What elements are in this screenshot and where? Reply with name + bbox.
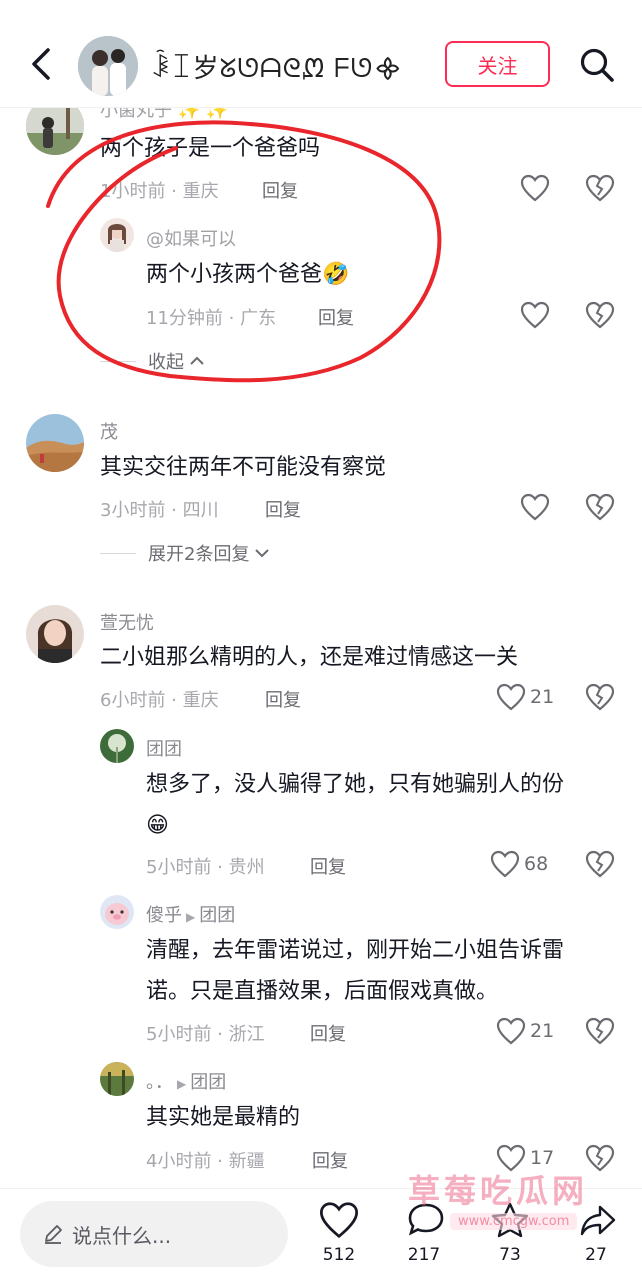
comment-meta: 6小时前 · 重庆 bbox=[100, 690, 219, 711]
heart-icon bbox=[490, 850, 520, 878]
reply-text[interactable]: 清醒，去年雷诺说过，刚开始二小姐告诉雷 bbox=[146, 929, 564, 972]
collapse-replies-button[interactable]: 收起 bbox=[100, 348, 206, 374]
like-button[interactable] bbox=[520, 491, 550, 523]
reply-button[interactable]: 回复 bbox=[310, 853, 346, 879]
reply-to-arrow-icon: ▶ bbox=[186, 910, 196, 924]
search-button[interactable] bbox=[578, 46, 616, 84]
like-count: 68 bbox=[524, 853, 549, 875]
reply-to-arrow-icon: ▶ bbox=[177, 1077, 187, 1091]
reply-meta: 5小时前 · 浙江 bbox=[146, 1024, 265, 1045]
reply-text[interactable]: 两个小孩两个爸爸🤣 bbox=[146, 253, 349, 296]
follow-button[interactable]: 关注 bbox=[445, 41, 550, 87]
like-button[interactable] bbox=[520, 172, 550, 204]
like-button[interactable]: 68 bbox=[490, 848, 548, 880]
broken-heart-icon bbox=[585, 1017, 615, 1045]
share-count: 27 bbox=[585, 1245, 607, 1265]
reply-meta: 5小时前 · 贵州 bbox=[146, 857, 265, 878]
comment-input[interactable]: 说点什么... bbox=[20, 1201, 288, 1267]
reply-button[interactable]: 回复 bbox=[265, 496, 301, 522]
dislike-button[interactable] bbox=[585, 1144, 615, 1174]
watermark-logo: 草莓吃瓜网 bbox=[408, 1172, 589, 1210]
reply-author[interactable]: 。． bbox=[146, 1072, 173, 1093]
comment-text[interactable]: 二小姐那么精明的人，还是难过情感这一关 bbox=[100, 636, 518, 679]
chevron-down-icon bbox=[255, 549, 270, 558]
like-button[interactable]: 21 bbox=[496, 1015, 554, 1047]
like-count: 21 bbox=[530, 686, 555, 708]
reply-emoji: 😁 bbox=[146, 813, 169, 838]
broken-heart-icon bbox=[585, 493, 615, 521]
dislike-button[interactable] bbox=[585, 1017, 615, 1047]
comment-text[interactable]: 两个孩子是一个爸爸吗 bbox=[100, 127, 320, 170]
broken-heart-icon bbox=[585, 1144, 615, 1172]
broken-heart-icon bbox=[585, 850, 615, 878]
avatar[interactable] bbox=[100, 729, 134, 763]
reply-username[interactable]: 团团 bbox=[146, 735, 182, 761]
heart-icon bbox=[520, 301, 550, 329]
reply-button[interactable]: 回复 bbox=[262, 177, 298, 203]
reply-to-user[interactable]: 团团 bbox=[199, 905, 235, 926]
author-avatar[interactable] bbox=[78, 36, 138, 96]
comment-meta: 3小时前 · 四川 bbox=[100, 500, 219, 521]
heart-icon bbox=[496, 1017, 526, 1045]
comment-input-placeholder: 说点什么... bbox=[72, 1223, 172, 1248]
comment-text[interactable]: 其实交往两年不可能没有察觉 bbox=[100, 446, 386, 489]
broken-heart-icon bbox=[585, 174, 615, 202]
reply-username: 傻乎 ▶ 团团 bbox=[146, 901, 235, 927]
reply-text[interactable]: 想多了，没人骗得了她，只有她骗别人的份 bbox=[146, 763, 564, 806]
avatar[interactable] bbox=[26, 414, 84, 472]
heart-icon bbox=[319, 1202, 359, 1239]
reply-username: 。． ▶ 团团 bbox=[146, 1068, 226, 1094]
chevron-up-icon bbox=[190, 356, 204, 365]
back-button[interactable] bbox=[24, 40, 60, 88]
reply-meta: 4小时前 · 新疆 bbox=[146, 1151, 265, 1172]
comment-count: 217 bbox=[407, 1245, 441, 1265]
reply-button[interactable]: 回复 bbox=[318, 304, 354, 330]
reply-author[interactable]: 傻乎 bbox=[146, 905, 182, 926]
comment-username[interactable]: 茂 bbox=[100, 418, 118, 444]
heart-icon bbox=[520, 493, 550, 521]
dislike-button[interactable] bbox=[585, 850, 615, 880]
top-bar: ꀳꀤ岁ᘜᘎᗩᘓᘻ ᖴᘎ᯽ 关注 bbox=[0, 0, 642, 108]
back-arrow-icon bbox=[32, 48, 50, 80]
dislike-button[interactable] bbox=[585, 683, 615, 713]
dislike-button[interactable] bbox=[585, 174, 615, 204]
broken-heart-icon bbox=[585, 301, 615, 329]
reply-to-user[interactable]: 团团 bbox=[190, 1072, 226, 1093]
dislike-button[interactable] bbox=[585, 493, 615, 523]
avatar[interactable] bbox=[26, 605, 84, 663]
like-button[interactable]: 21 bbox=[496, 681, 554, 713]
like-count: 21 bbox=[530, 1020, 555, 1042]
broken-heart-icon bbox=[585, 683, 615, 711]
reply-username[interactable]: @如果可以 bbox=[146, 225, 236, 251]
like-count: 512 bbox=[322, 1245, 356, 1265]
comment-username[interactable]: 萱无忧 bbox=[100, 609, 154, 635]
divider bbox=[100, 360, 136, 362]
reply-button[interactable]: 回复 bbox=[265, 686, 301, 712]
reply-meta: 11分钟前 · 广东 bbox=[146, 308, 277, 329]
collapse-label: 收起 bbox=[148, 352, 184, 373]
author-name[interactable]: ꀳꀤ岁ᘜᘎᗩᘓᘻ ᖴᘎ᯽ bbox=[150, 48, 403, 85]
comment-meta: 1小时前 · 重庆 bbox=[100, 181, 219, 202]
reply-text-line2[interactable]: 诺。只是直播效果，后面假戏真做。 bbox=[146, 970, 498, 1013]
reply-button[interactable]: 回复 bbox=[310, 1020, 346, 1046]
expand-replies-button[interactable]: 展开2条回复 bbox=[100, 540, 271, 566]
pencil-icon bbox=[45, 1225, 62, 1244]
expand-label: 展开2条回复 bbox=[148, 544, 250, 565]
heart-icon bbox=[496, 683, 526, 711]
heart-icon bbox=[520, 174, 550, 202]
search-icon bbox=[580, 48, 614, 82]
dislike-button[interactable] bbox=[585, 301, 615, 331]
divider bbox=[100, 552, 136, 554]
avatar[interactable] bbox=[100, 218, 134, 252]
watermark-url: www.cmcgw.com bbox=[450, 1213, 578, 1230]
favorite-count: 73 bbox=[499, 1245, 521, 1265]
reply-button[interactable]: 回复 bbox=[312, 1147, 348, 1173]
avatar[interactable] bbox=[100, 895, 134, 929]
like-action-button[interactable] bbox=[318, 1201, 362, 1241]
avatar[interactable] bbox=[100, 1062, 134, 1096]
reply-text[interactable]: 其实她是最精的 bbox=[146, 1096, 300, 1139]
like-button[interactable] bbox=[520, 299, 550, 331]
